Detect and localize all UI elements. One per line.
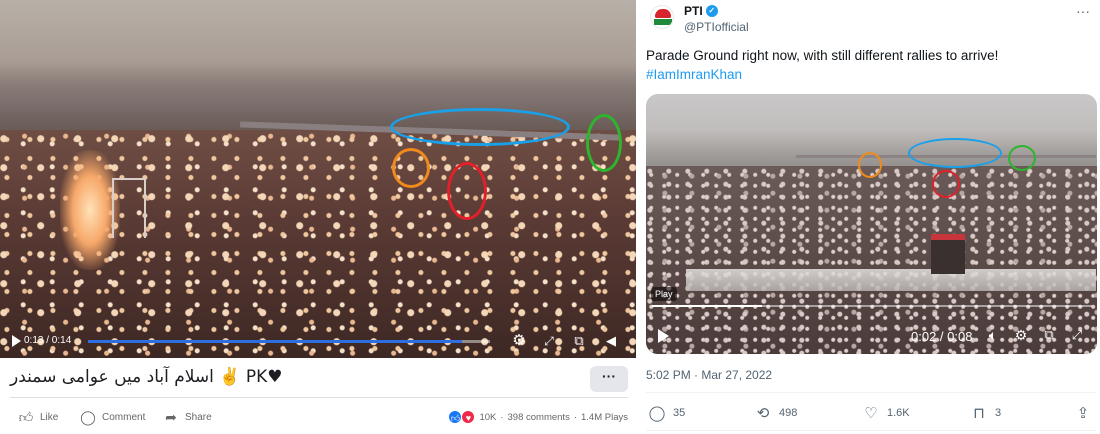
love-reaction-icon: ♥ — [461, 410, 476, 424]
settings-icon[interactable]: ⚙ — [510, 332, 528, 350]
video-progress-fill — [88, 340, 462, 343]
divider — [10, 397, 628, 398]
stats-separator-1: · — [500, 411, 504, 423]
like-count: 1.6K — [887, 407, 910, 419]
fullscreen-icon[interactable]: ⤢ — [1068, 326, 1086, 344]
comment-count[interactable]: 398 comments — [508, 412, 570, 423]
video-stand — [686, 269, 1096, 291]
more-options-icon[interactable]: ··· — [1076, 3, 1090, 19]
annotation-orange-circle — [858, 152, 882, 178]
retweet-button[interactable]: ⟲ 498 — [754, 404, 798, 422]
bookmark-button[interactable]: ⊓ 3 — [970, 404, 1001, 422]
annotation-blue-ellipse — [908, 138, 1002, 168]
facebook-video-player[interactable]: 0:13 / 0:14 ⚙ ⤢ ⧉ ◀ — [0, 0, 636, 358]
retweet-count: 498 — [779, 407, 798, 419]
annotation-green-circle — [586, 114, 622, 172]
post-caption: اسلام آباد میں عوامی سمندر ✌️ PK♥ — [10, 367, 283, 387]
author-name[interactable]: PTI ✓ — [684, 4, 718, 18]
stats-separator-2: · — [573, 411, 577, 423]
volume-icon[interactable]: 🔈︎ — [984, 326, 1002, 344]
play-count: 1.4M Plays — [581, 411, 628, 423]
comment-label: Comment — [102, 411, 146, 423]
comment-button[interactable]: ◯ Comment — [80, 408, 145, 426]
annotation-orange-circle — [392, 148, 430, 188]
post-actions: 👍︎ Like ◯ Comment ➦ Share 👍︎ ♥ 10K · 398… — [0, 402, 636, 430]
share-button[interactable]: ➦ Share — [163, 408, 212, 426]
play-icon[interactable] — [658, 329, 669, 343]
like-reaction-icon: 👍︎ — [448, 410, 463, 424]
tweet-timestamp[interactable]: 5:02 PM · Mar 27, 2022 — [646, 368, 772, 382]
bookmark-icon: ⊓ — [973, 405, 985, 422]
divider — [646, 430, 1096, 431]
author-handle[interactable]: @PTIofficial — [684, 20, 749, 34]
tweet-actions: ◯ 35 ⟲ 498 ♡ 1.6K ⊓ 3 ⇪ — [636, 404, 1100, 424]
video-progress-bar[interactable] — [652, 305, 1092, 307]
play-icon[interactable] — [12, 335, 21, 347]
tweet-text: Parade Ground right now, with still diff… — [646, 46, 1092, 84]
settings-icon[interactable]: ⚙ — [1012, 326, 1030, 344]
post-stats: 👍︎ ♥ 10K · 398 comments · 1.4M Plays — [448, 410, 628, 424]
thumbs-up-icon: 👍︎ — [18, 409, 34, 425]
reply-count: 35 — [673, 407, 686, 419]
annotation-green-circle — [1008, 145, 1036, 171]
twitter-post: PTI ✓ @PTIofficial ··· Parade Ground rig… — [636, 0, 1100, 434]
video-booth — [931, 234, 965, 274]
tweet-body: Parade Ground right now, with still diff… — [646, 48, 999, 63]
video-light-glow — [60, 150, 120, 270]
more-options-button[interactable]: ··· — [590, 366, 628, 392]
tweet-video-player[interactable]: Play 0:02 / 0:08 🔈︎ ⚙ ⧉ ⤢ — [646, 94, 1097, 354]
picture-in-picture-icon[interactable]: ⧉ — [1040, 326, 1058, 344]
like-label: Like — [40, 411, 59, 423]
divider — [646, 392, 1096, 393]
avatar[interactable] — [650, 5, 674, 29]
video-tower — [112, 178, 146, 238]
video-time: 0:02 / 0:08 — [911, 329, 973, 344]
share-icon: ⇪ — [1076, 405, 1090, 422]
like-button[interactable]: ♡ 1.6K — [862, 404, 910, 422]
comment-bubble-icon: ◯ — [80, 409, 96, 425]
share-button[interactable]: ⇪ — [1074, 404, 1092, 422]
annotation-red-circle — [932, 170, 960, 198]
annotation-red-circle — [447, 162, 487, 220]
reply-button[interactable]: ◯ 35 — [648, 404, 686, 422]
verified-badge-icon: ✓ — [705, 5, 718, 17]
hashtag-link[interactable]: #IamImranKhan — [646, 65, 1092, 84]
bookmark-count: 3 — [995, 407, 1002, 419]
like-button[interactable]: 👍︎ Like — [18, 408, 59, 426]
reply-icon: ◯ — [648, 405, 666, 422]
annotation-blue-ellipse — [390, 108, 570, 146]
volume-icon[interactable]: ◀ — [602, 332, 620, 350]
share-label: Share — [185, 411, 212, 423]
retweet-icon: ⟲ — [756, 405, 770, 422]
share-arrow-icon: ➦ — [165, 409, 177, 425]
comparison-screenshot: 0:13 / 0:14 ⚙ ⤢ ⧉ ◀ اسلام آباد میں عوامی… — [0, 0, 1100, 434]
play-tag: Play — [651, 287, 677, 301]
video-progress-bar[interactable] — [88, 340, 490, 343]
video-progress-fill — [652, 305, 762, 307]
heart-icon: ♡ — [864, 405, 878, 422]
author-name-text: PTI — [684, 4, 703, 18]
picture-in-picture-icon[interactable]: ⧉ — [570, 332, 588, 350]
video-controls: 0:13 / 0:14 ⚙ ⤢ ⧉ ◀ — [0, 326, 636, 358]
post-title-row: اسلام آباد میں عوامی سمندر ✌️ PK♥ ··· — [0, 360, 636, 396]
facebook-video-post: 0:13 / 0:14 ⚙ ⤢ ⧉ ◀ اسلام آباد میں عوامی… — [0, 0, 636, 434]
fullscreen-icon[interactable]: ⤢ — [540, 332, 558, 350]
reaction-count[interactable]: 10K — [479, 412, 496, 423]
video-time: 0:13 / 0:14 — [24, 335, 72, 346]
